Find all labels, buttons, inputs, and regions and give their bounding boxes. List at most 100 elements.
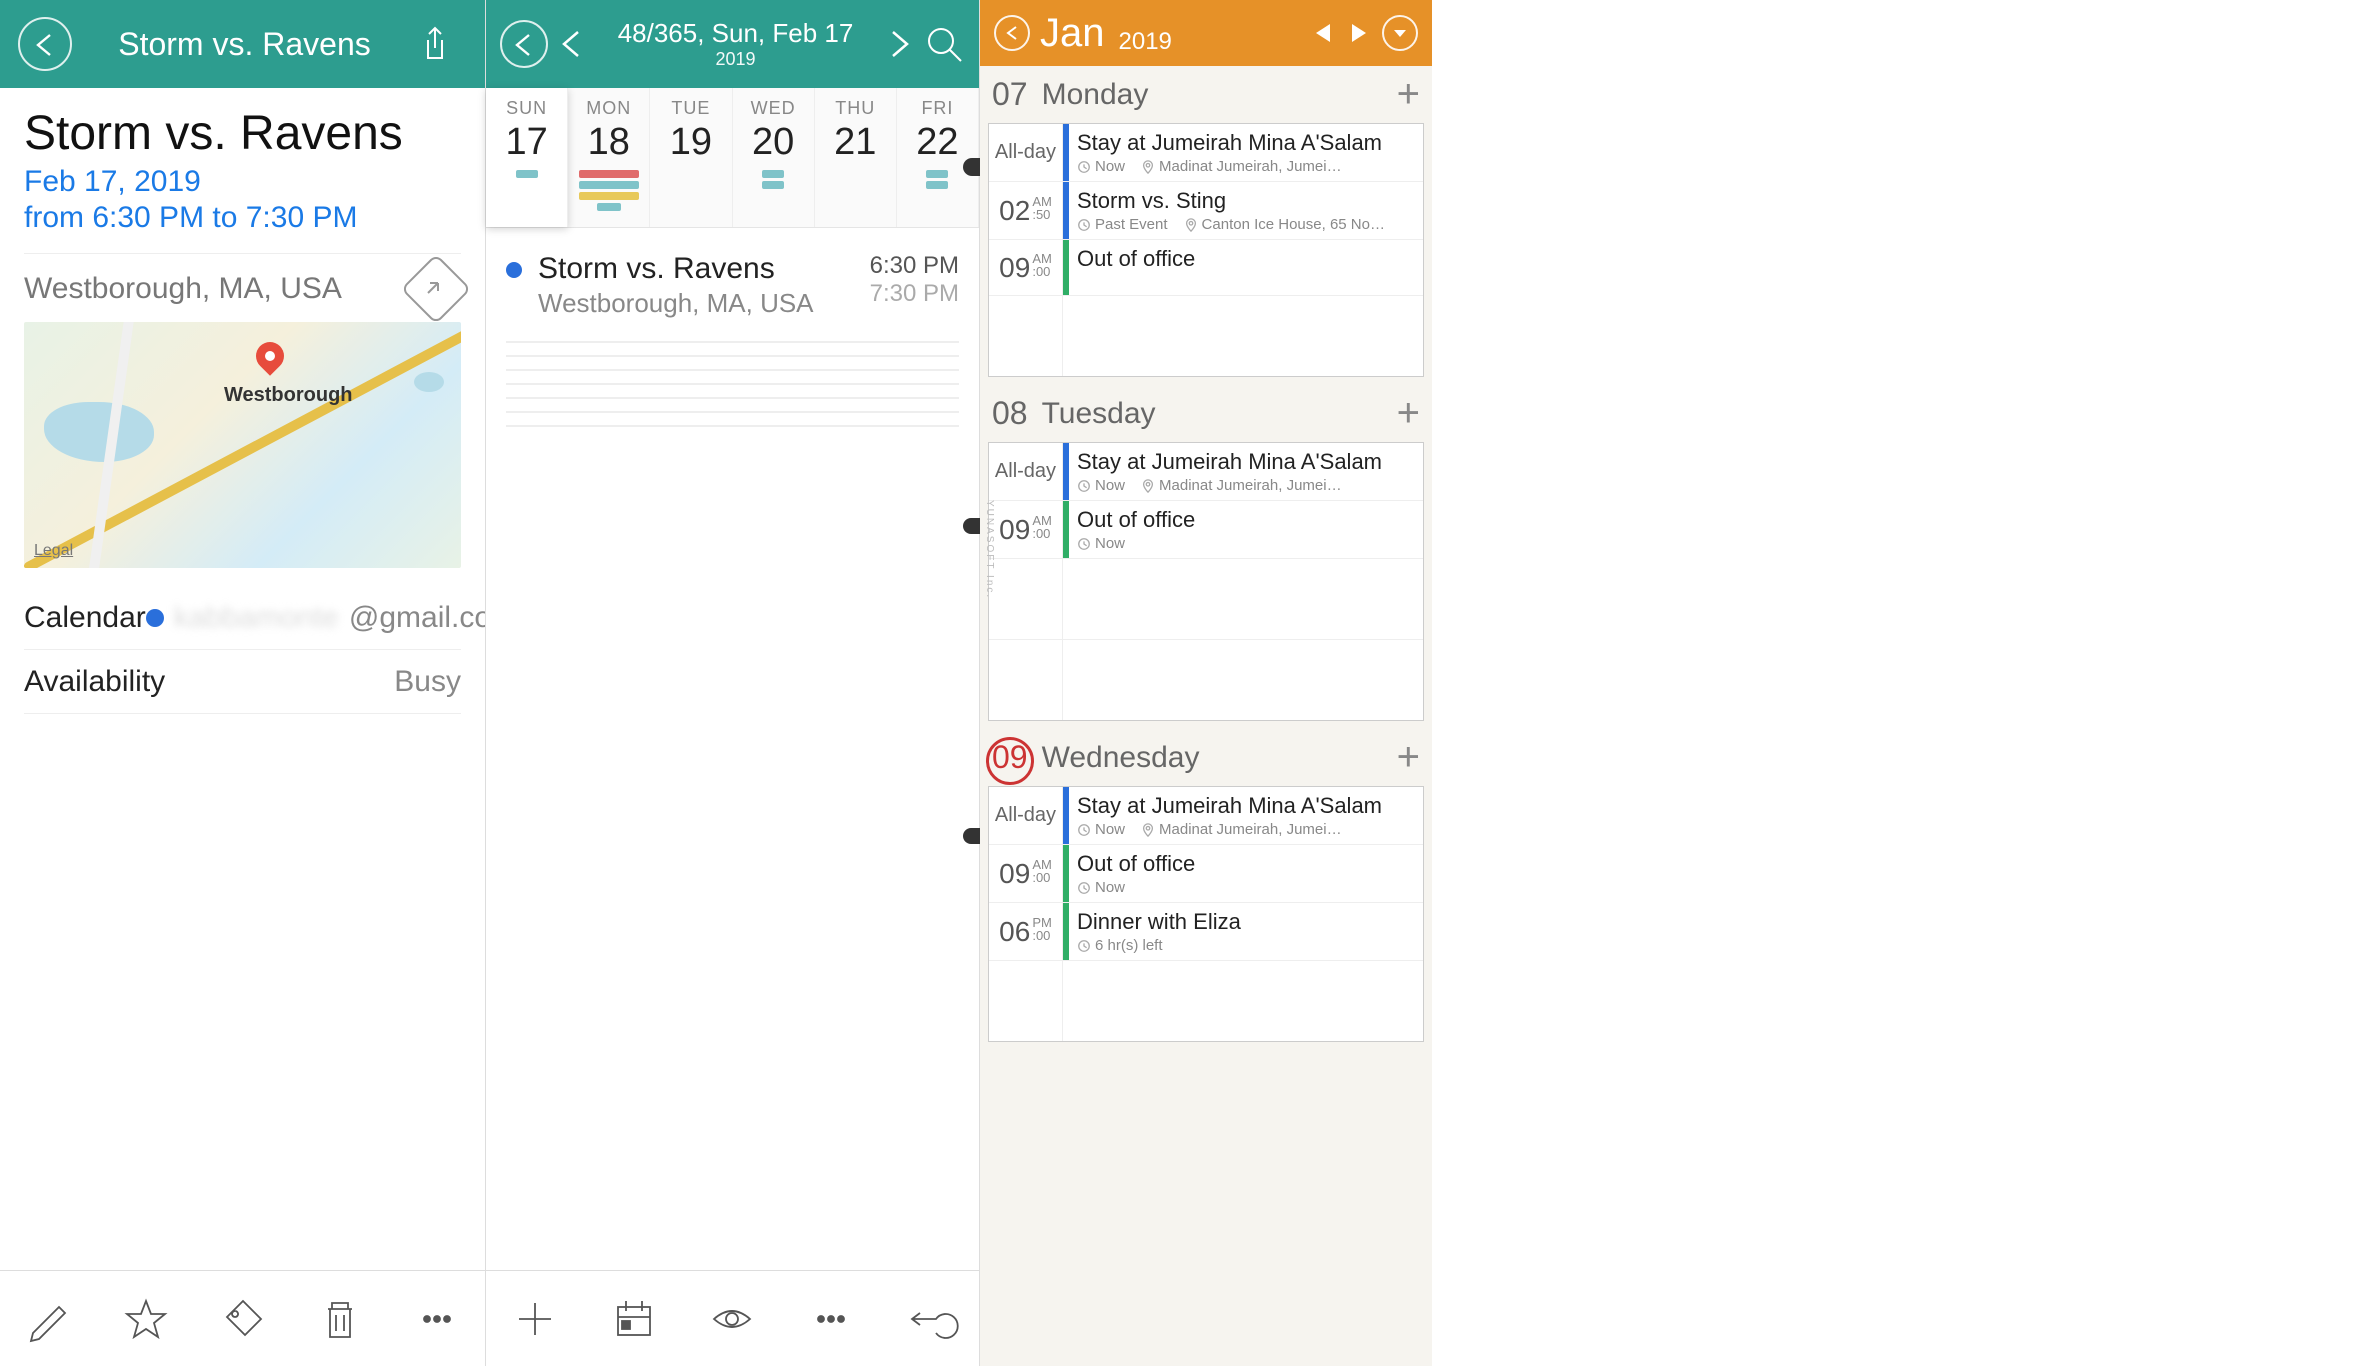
- calendar-account: @gmail.com: [349, 601, 485, 635]
- next-month-button[interactable]: [1346, 20, 1372, 46]
- more-icon[interactable]: [415, 1297, 459, 1341]
- location-text: Westborough, MA, USA: [24, 272, 342, 306]
- share-button[interactable]: [417, 19, 467, 69]
- agenda-time: 09 AM:00: [989, 240, 1063, 295]
- agenda-event-row[interactable]: 09 AM:00 Out of officeNow: [989, 845, 1423, 903]
- agenda-day-header: 08 Tuesday +: [980, 385, 1432, 442]
- agenda-day-header: 09 Wednesday +: [980, 729, 1432, 786]
- search-icon[interactable]: [923, 23, 965, 65]
- agenda-empty-row: [989, 640, 1423, 720]
- week-header-title[interactable]: 48/365, Sun, Feb 17 2019: [596, 18, 875, 70]
- chevron-down-icon: [1391, 24, 1409, 42]
- agenda-event-row[interactable]: All-day Stay at Jumeirah Mina A'SalamNow…: [989, 443, 1423, 501]
- day-of-week: TUE: [650, 98, 731, 119]
- event-date: Feb 17, 2019: [24, 165, 461, 199]
- back-button[interactable]: [18, 17, 72, 71]
- agenda-event-title: Stay at Jumeirah Mina A'Salam: [1077, 130, 1415, 156]
- day-cell[interactable]: FRI 22: [897, 88, 979, 227]
- availability-row[interactable]: Availability Busy: [24, 650, 461, 714]
- back-button[interactable]: [994, 15, 1030, 51]
- calendar-label: Calendar: [24, 601, 146, 635]
- event-time: from 6:30 PM to 7:30 PM: [24, 201, 461, 235]
- day-cell[interactable]: WED 20: [733, 88, 815, 227]
- agenda-event-title: Stay at Jumeirah Mina A'Salam: [1077, 793, 1415, 819]
- week-header: 48/365, Sun, Feb 17 2019: [486, 0, 979, 88]
- agenda-event-title: Out of office: [1077, 507, 1415, 533]
- agenda-event-row[interactable]: All-day Stay at Jumeirah Mina A'Salam Now…: [989, 787, 1423, 845]
- hour-divider: [506, 397, 959, 399]
- location-row: Westborough, MA, USA: [24, 253, 461, 322]
- day-number: 18: [568, 121, 649, 164]
- star-icon[interactable]: [124, 1297, 168, 1341]
- event-detail-panel: Storm vs. Ravens Storm vs. Ravens Feb 17…: [0, 0, 486, 1366]
- hour-divider: [506, 369, 959, 371]
- agenda-meta-time: Now: [1077, 158, 1125, 175]
- agenda-time-allday: All-day: [989, 443, 1063, 500]
- map-preview[interactable]: Westborough Legal: [24, 322, 461, 568]
- directions-button[interactable]: [401, 254, 472, 325]
- add-icon[interactable]: [513, 1297, 557, 1341]
- agenda-time: 06 PM:00: [989, 903, 1063, 960]
- agenda-time: 02 AM:50: [989, 182, 1063, 239]
- month-label[interactable]: Jan: [1040, 11, 1105, 56]
- trash-icon[interactable]: [318, 1297, 362, 1341]
- hour-divider: [506, 425, 959, 427]
- map-legal-link[interactable]: Legal: [34, 542, 73, 560]
- availability-value: Busy: [394, 665, 461, 699]
- map-city-label: Westborough: [224, 384, 353, 407]
- prev-week-button[interactable]: [556, 28, 588, 60]
- back-button[interactable]: [500, 20, 548, 68]
- hour-divider: [506, 383, 959, 385]
- agenda-day-box: All-day Stay at Jumeirah Mina A'SalamNow…: [988, 442, 1424, 721]
- agenda-event-row[interactable]: All-day Stay at Jumeirah Mina A'SalamNow…: [989, 124, 1423, 182]
- agenda-day-name: Monday: [1042, 78, 1149, 112]
- agenda-meta-time: 6 hr(s) left: [1077, 937, 1163, 954]
- event-detail-header: Storm vs. Ravens: [0, 0, 485, 88]
- week-header-line2: 2019: [596, 49, 875, 70]
- agenda-time-allday: All-day: [989, 787, 1063, 844]
- calendar-row[interactable]: Calendar kabbamonte @gmail.com: [24, 586, 461, 650]
- day-cell[interactable]: SUN 17: [486, 88, 568, 227]
- add-event-button[interactable]: +: [1397, 72, 1420, 117]
- agenda-day-number: 09: [992, 739, 1028, 776]
- agenda-empty-row: [989, 559, 1423, 640]
- tag-icon[interactable]: [221, 1297, 265, 1341]
- hour-divider: [506, 411, 959, 413]
- event-row[interactable]: Storm vs. Ravens Westborough, MA, USA 6:…: [486, 242, 979, 329]
- back-arrow-icon: [32, 31, 58, 57]
- agenda-meta-time: Now: [1077, 821, 1125, 838]
- day-number: 21: [815, 121, 896, 164]
- directions-arrow-icon: [424, 277, 448, 301]
- day-cell[interactable]: MON 18: [568, 88, 650, 227]
- week-strip: SUN 17 MON 18 TUE 19 WED 20 THU 21 FRI: [486, 88, 979, 228]
- undo-icon[interactable]: [908, 1297, 952, 1341]
- add-event-button[interactable]: +: [1397, 735, 1420, 780]
- add-event-button[interactable]: +: [1397, 391, 1420, 436]
- agenda-meta-time: Now: [1077, 879, 1125, 896]
- agenda-event-title: Dinner with Eliza: [1077, 909, 1415, 935]
- next-week-button[interactable]: [883, 28, 915, 60]
- hour-divider: [506, 355, 959, 357]
- prev-month-button[interactable]: [1310, 20, 1336, 46]
- event-start-time: 6:30 PM: [870, 252, 959, 280]
- eye-icon[interactable]: [710, 1297, 754, 1341]
- agenda-meta-time: Past Event: [1077, 216, 1168, 233]
- day-number: 22: [897, 121, 978, 164]
- agenda-event-row[interactable]: 09 AM:00 Out of office: [989, 240, 1423, 296]
- agenda-event-row[interactable]: 02 AM:50 Storm vs. StingPast EventCanton…: [989, 182, 1423, 240]
- agenda-panel: Jan 2019 07 Monday +All-day Stay at Jume…: [980, 0, 1432, 1366]
- agenda-event-row[interactable]: 09 AM:00 Out of officeNow: [989, 501, 1423, 559]
- dropdown-button[interactable]: [1382, 15, 1418, 51]
- agenda-empty-row: [989, 961, 1423, 1041]
- day-cell[interactable]: THU 21: [815, 88, 897, 227]
- agenda-event-row[interactable]: 06 PM:00 Dinner with Eliza 6 hr(s) left: [989, 903, 1423, 961]
- agenda-day-name: Tuesday: [1042, 397, 1156, 431]
- day-cell[interactable]: TUE 19: [650, 88, 732, 227]
- more-icon[interactable]: [809, 1297, 853, 1341]
- calendar-icon[interactable]: [612, 1297, 656, 1341]
- watermark: YUNASOFT Inc.: [984, 500, 995, 599]
- event-body: Storm vs. Ravens Feb 17, 2019 from 6:30 …: [0, 88, 485, 1270]
- edit-icon[interactable]: [27, 1297, 71, 1341]
- back-arrow-icon: [511, 31, 537, 57]
- agenda-meta-location: Madinat Jumeirah, Jumei…: [1141, 477, 1342, 494]
